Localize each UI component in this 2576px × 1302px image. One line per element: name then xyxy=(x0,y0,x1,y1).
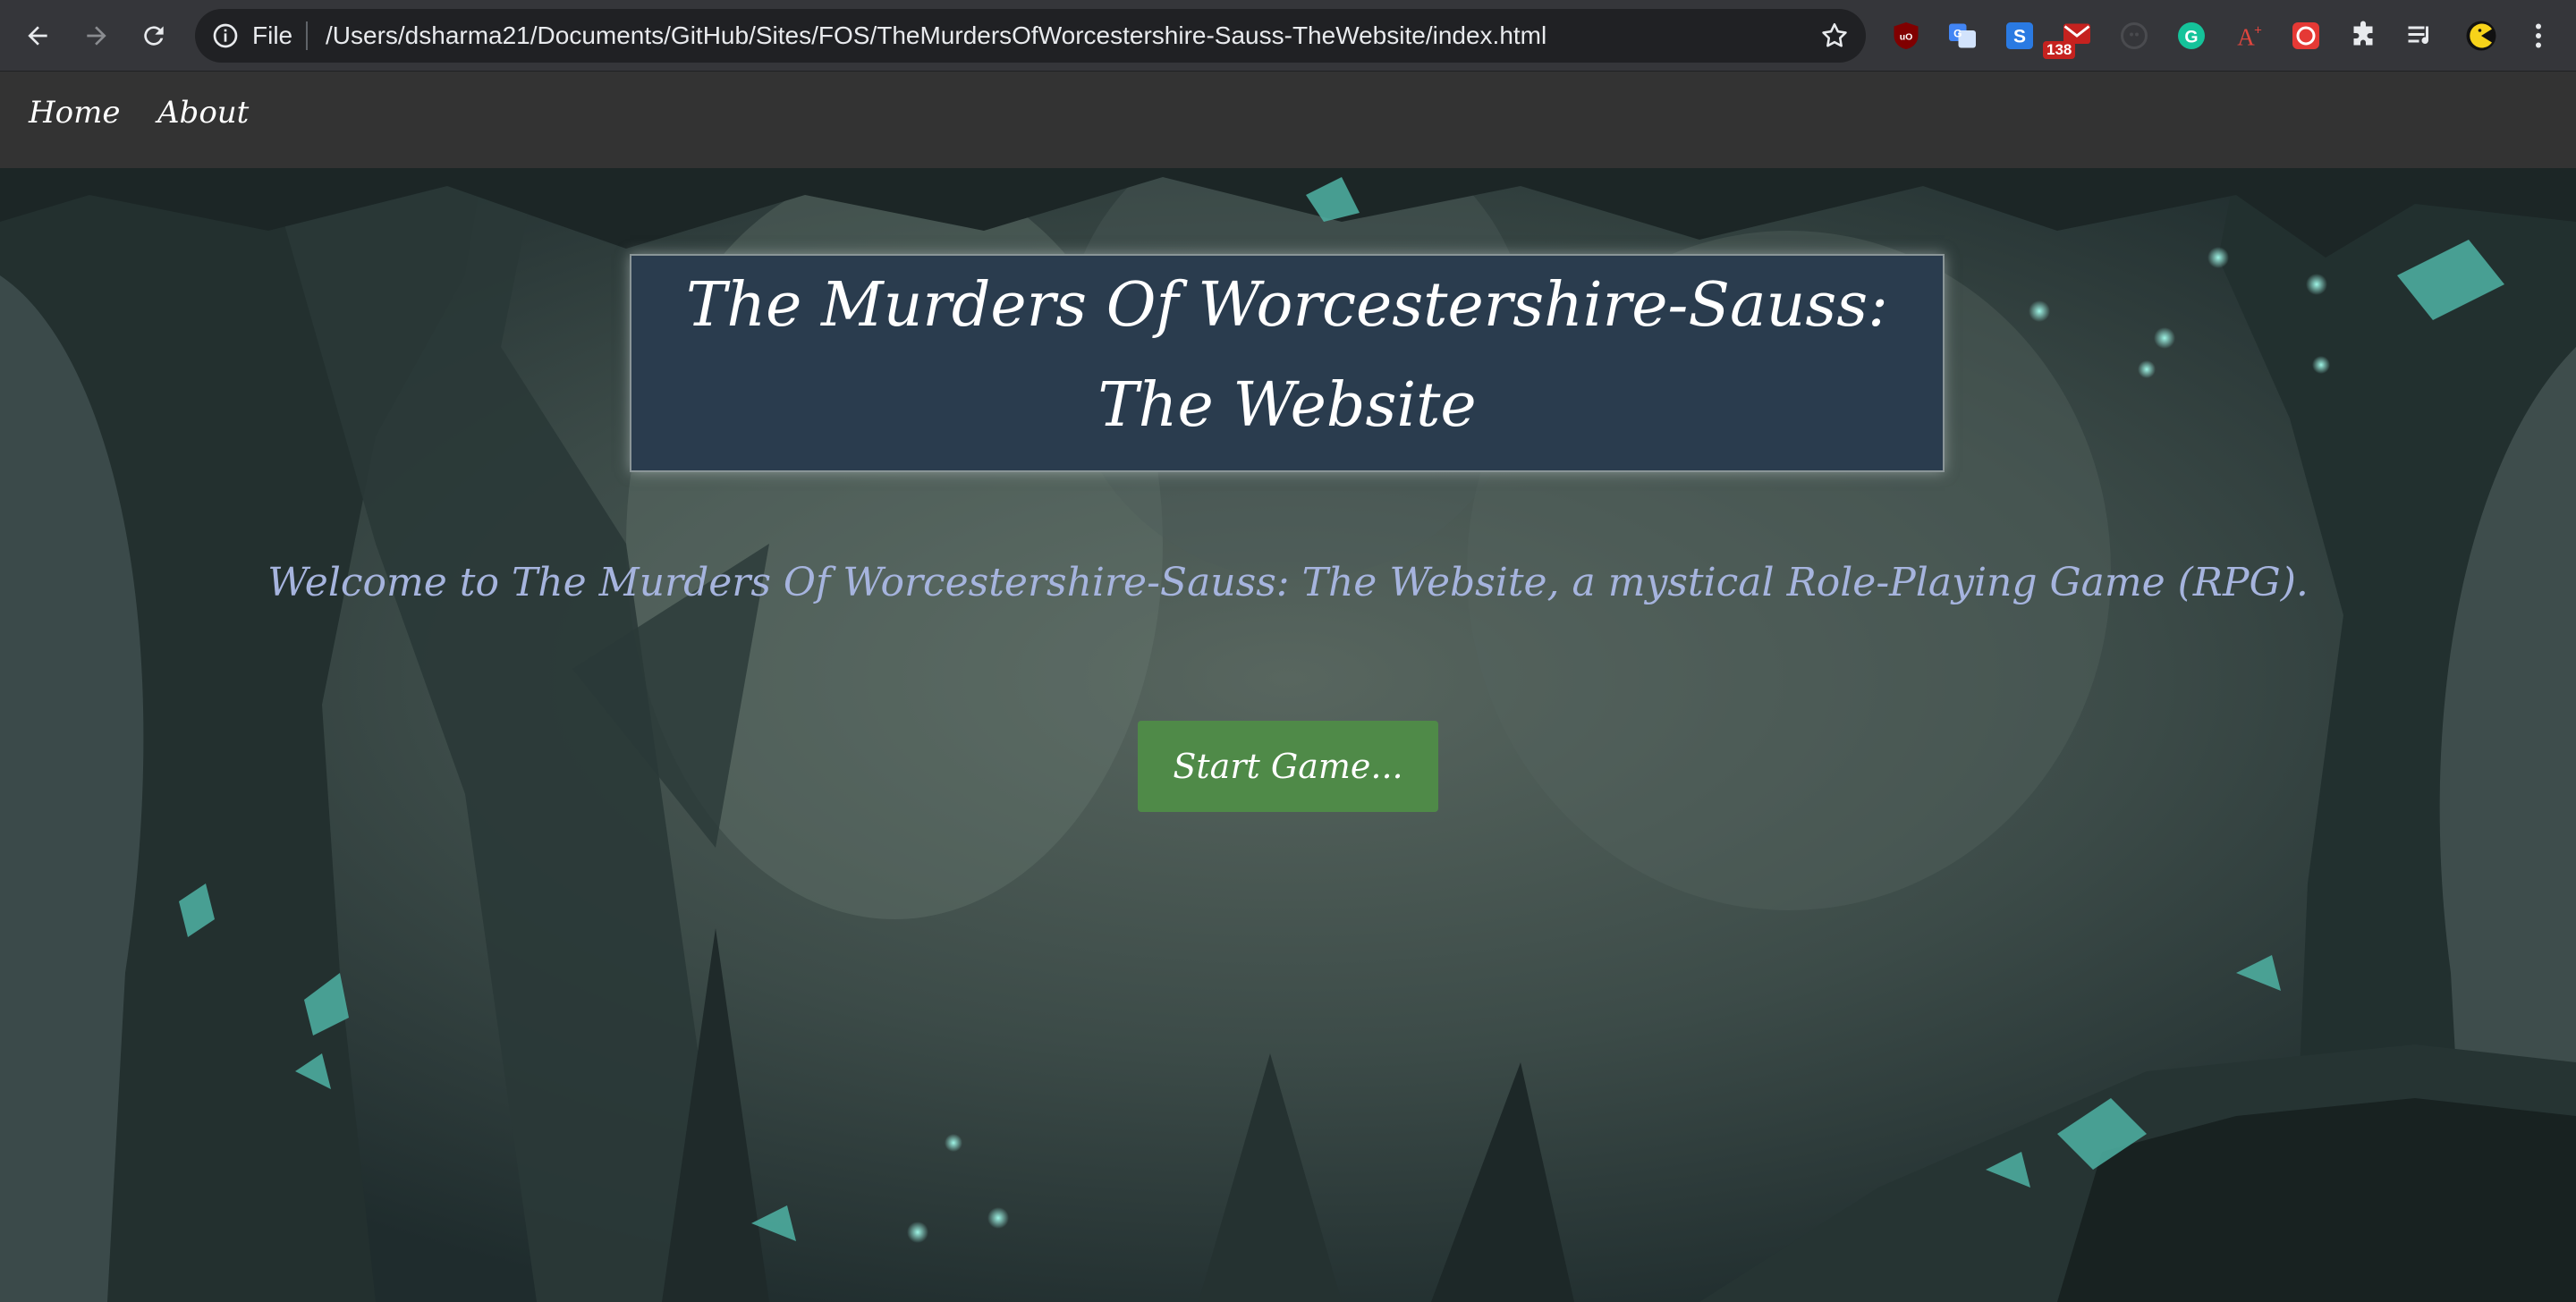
pacman-avatar-icon xyxy=(2466,21,2496,51)
browser-toolbar: File /Users/dsharma21/Documents/GitHub/S… xyxy=(0,0,2576,72)
forward-icon xyxy=(87,26,106,46)
ublock-icon: uO xyxy=(1894,22,1919,49)
s-extension-icon: S xyxy=(2006,22,2033,49)
svg-text:uO: uO xyxy=(1900,32,1913,43)
reload-icon xyxy=(144,26,164,46)
ublock-extension[interactable]: uO xyxy=(1890,20,1922,52)
title-line-1: The Murders Of Worcestershire-Sauss: xyxy=(685,270,1889,341)
gmail-count-badge: 138 xyxy=(2043,41,2076,59)
nav-link-home[interactable]: Home xyxy=(29,95,120,131)
omnibox-divider xyxy=(306,21,308,50)
star-icon[interactable] xyxy=(1819,21,1850,51)
grammarly-icon: G xyxy=(2178,22,2205,49)
info-icon[interactable] xyxy=(211,21,240,50)
ghost-icon xyxy=(2121,22,2148,49)
svg-text:G: G xyxy=(1953,28,1962,40)
address-bar[interactable]: File /Users/dsharma21/Documents/GitHub/S… xyxy=(195,9,1866,63)
s-extension[interactable]: S xyxy=(2004,20,2036,52)
url-text[interactable]: /Users/dsharma21/Documents/GitHub/Sites/… xyxy=(326,21,1546,51)
sketch-icon xyxy=(2292,22,2319,49)
sketch-extension[interactable] xyxy=(2290,20,2322,52)
media-queue-button[interactable] xyxy=(2404,20,2436,52)
forward-button[interactable] xyxy=(77,16,116,55)
menu-dots-icon xyxy=(2536,23,2541,48)
reload-button[interactable] xyxy=(134,16,174,55)
title-banner: The Murders Of Worcestershire-Sauss: The… xyxy=(630,254,1945,472)
profile-avatar[interactable] xyxy=(2462,16,2501,55)
translate-icon: G xyxy=(1949,23,1976,48)
extensions-puzzle-icon xyxy=(2353,21,2373,46)
font-extension[interactable]: A + xyxy=(2233,20,2265,52)
start-game-button[interactable]: Start Game... xyxy=(1138,721,1438,812)
ghost-extension[interactable] xyxy=(2118,20,2150,52)
svg-text:A: A xyxy=(2237,24,2255,51)
media-queue-icon xyxy=(2408,26,2428,44)
translate-extension[interactable]: G xyxy=(1946,20,1979,52)
browser-menu-button[interactable] xyxy=(2522,20,2555,52)
font-icon: A + xyxy=(2237,23,2262,51)
grammarly-extension[interactable]: G xyxy=(2175,20,2207,52)
nav-link-about[interactable]: About xyxy=(157,95,249,131)
welcome-text: Welcome to The Murders Of Worcestershire… xyxy=(267,560,2309,605)
svg-text:G: G xyxy=(2184,28,2198,47)
extensions-button[interactable] xyxy=(2347,20,2379,52)
back-button[interactable] xyxy=(18,16,57,55)
svg-text:+: + xyxy=(2254,23,2262,38)
back-icon xyxy=(28,26,47,46)
site-navbar: Home About xyxy=(0,72,2576,168)
hero-section: The Murders Of Worcestershire-Sauss: The… xyxy=(0,168,2576,1302)
scheme-label: File xyxy=(252,21,293,49)
title-line-2: The Website xyxy=(1097,370,1477,441)
svg-text:S: S xyxy=(2013,27,2026,47)
